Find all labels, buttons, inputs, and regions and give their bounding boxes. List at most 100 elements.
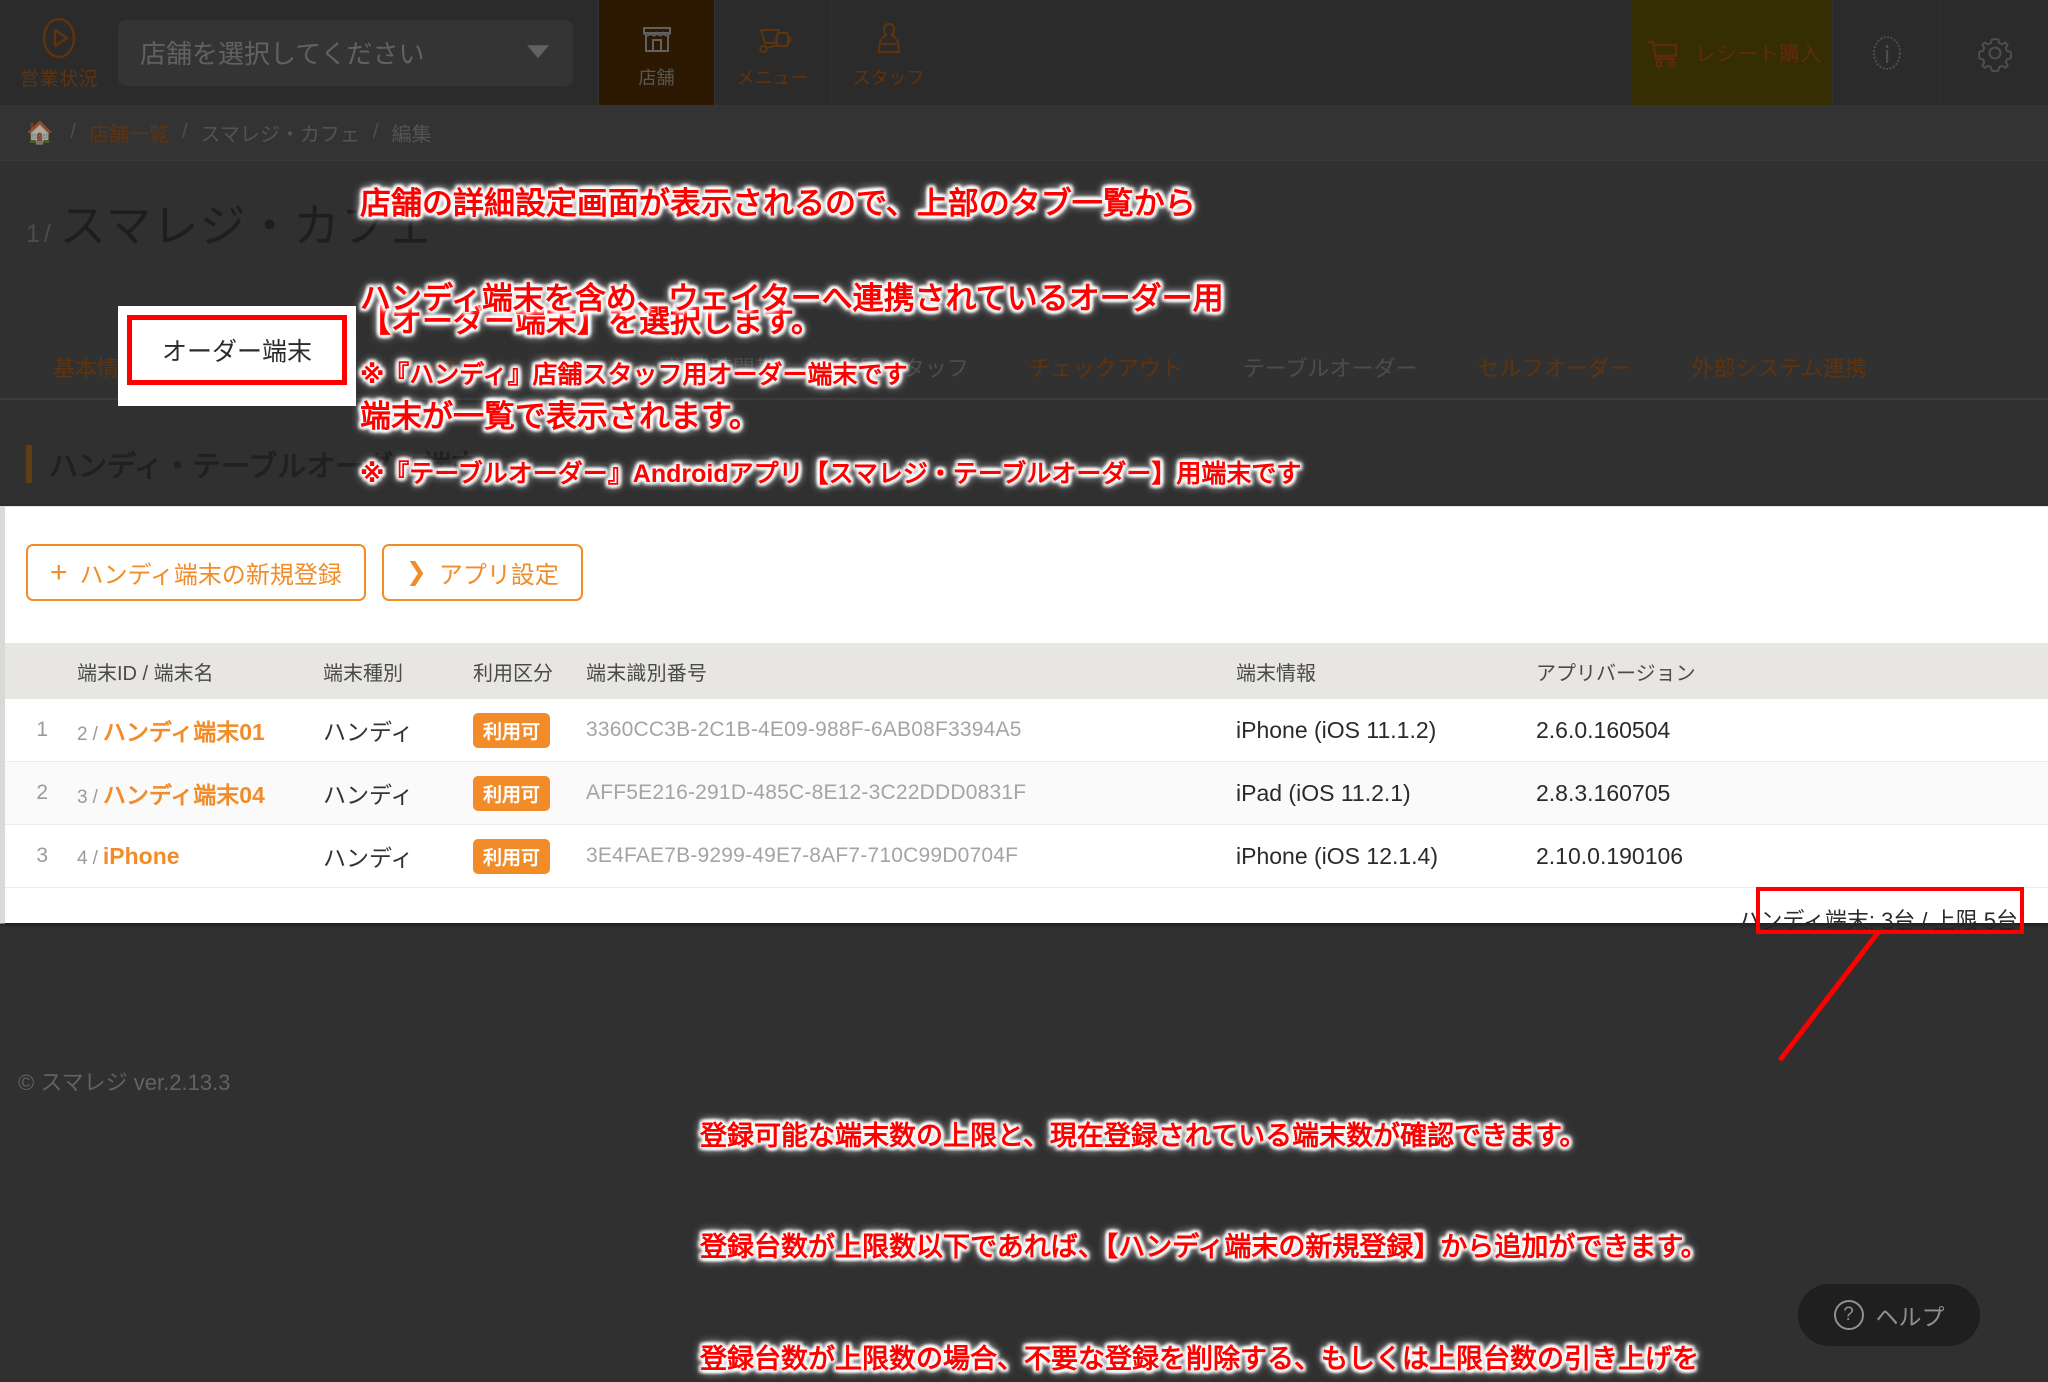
annotation-bottom-line2: 登録台数が上限数以下であれば、【ハンディ端末の新規登録】から追加ができます。 [700,1232,1708,1263]
receipt-purchase-button[interactable]: レシート購入 [1632,0,1832,105]
status-badge: 利用可 [473,838,551,874]
row-device-id: 3 [77,787,88,808]
status-badge: 利用可 [473,712,551,748]
row-app-version: 2.6.0.160504 [1536,716,1671,743]
nav-tab-store[interactable]: 店舗 [598,0,714,105]
row-uuid: 3E4FAE7B-9299-49E7-8AF7-710C99D0704F [586,844,1019,867]
annotation-bottom: 登録可能な端末数の上限と、現在登録されている端末数が確認できます。 登録台数が上… [700,1043,1708,1382]
settings-button[interactable] [1940,0,2048,105]
nav-tab-menu[interactable]: メニュー [714,0,830,105]
row-device-name-cell: 4 / iPhone [58,843,323,870]
status-badge: 利用可 [473,775,551,811]
row-app-version: 2.8.3.160705 [1536,779,1671,806]
business-status-button[interactable]: 営業状況 [0,0,118,105]
page-title-slash: / [43,220,51,248]
row-device-info: iPad (iOS 11.2.1) [1236,779,1411,806]
tab-label: 外部システム連携 [1691,356,1867,381]
table-row[interactable]: 1 2 / ハンディ端末01 ハンディ 利用可 3360CC3B-2C1B-4E… [5,699,2048,762]
row-index: 3 [36,844,48,867]
store-icon [642,26,671,52]
home-icon[interactable]: 🏠 [26,120,53,146]
store-select-dropdown[interactable]: 店舗を選択してください [118,19,573,86]
row-index: 2 [36,781,48,804]
row-device-type: ハンディ [323,845,414,871]
table-row[interactable]: 2 3 / ハンディ端末04 ハンディ 利用可 AFF5E216-291D-48… [5,762,2048,825]
row-device-id: 2 [77,724,88,745]
col-header-device-type: 端末種別 [323,662,403,685]
question-mark-icon: ? [1833,1300,1864,1330]
tab-self-order[interactable]: セルフオーダー [1450,336,1659,398]
row-device-type: ハンディ [323,719,414,745]
row-slash: / [92,847,98,869]
annotation-note-line2: ※『テーブルオーダー』Androidアプリ【スマレジ・テーブルオーダー】用端末で… [360,460,1302,488]
row-device-name-link[interactable]: iPhone [103,843,180,870]
nav-tab-menu-label: メニュー [736,67,809,88]
breadcrumb-item-store-list[interactable]: 店舗一覧 [89,118,169,147]
nav-flexible-space [946,0,1632,105]
footer-copyright: © スマレジ ver.2.13.3 [18,1070,231,1095]
breadcrumb-separator: / [70,121,76,143]
row-device-type: ハンディ [323,782,414,808]
chevron-right-icon: ❯ [405,558,427,586]
tab-label: セルフオーダー [1477,356,1632,381]
section-accent-bar [26,445,32,483]
tab-external-system[interactable]: 外部システム連携 [1664,336,1894,398]
top-navigation-bar: 営業状況 店舗を選択してください 店舗 メニュー スタッフ レシート購入 [0,0,2048,105]
help-button[interactable]: ? ヘルプ [1798,1284,1980,1346]
device-limit-highlight-box [1756,887,2024,934]
row-slash: / [92,787,98,808]
nav-tab-staff-label: スタッフ [852,67,925,88]
new-handy-device-label: ハンディ端末の新規登録 [79,562,342,589]
table-row[interactable]: 3 4 / iPhone ハンディ 利用可 3E4FAE7B-9299-49E7… [5,825,2048,888]
row-uuid: 3360CC3B-2C1B-4E09-988F-6AB08F3394A5 [586,718,1022,741]
info-button[interactable] [1832,0,1940,105]
new-handy-device-button[interactable]: + ハンディ端末の新規登録 [26,544,366,601]
receipt-purchase-label: レシート購入 [1695,42,1821,66]
app-settings-label: アプリ設定 [438,562,559,589]
table-header-row: 端末ID / 端末名 端末種別 利用区分 端末識別番号 端末情報 アプリバージョ… [5,643,2048,699]
annotation-pointer-line [1778,930,1882,1062]
col-header-device-name: 端末ID / 端末名 [77,662,214,685]
row-slash: / [92,724,98,745]
row-index: 1 [36,718,48,741]
gear-icon [1977,37,2012,72]
plus-icon: + [50,555,68,589]
row-device-name-cell: 3 / ハンディ端末04 [58,776,323,810]
device-table: 端末ID / 端末名 端末種別 利用区分 端末識別番号 端末情報 アプリバージョ… [5,643,2048,950]
annotation-bottom-line3: 登録台数が上限数の場合、不要な登録を削除する、もしくは上限台数の引き上げを [700,1344,1699,1374]
annotation-notes: ※『ハンディ』店舗スタッフ用オーダー端末です ※『テーブルオーダー』Androi… [360,293,1301,557]
row-uuid: AFF5E216-291D-485C-8E12-3C22DDD0831F [586,781,1027,804]
row-device-id: 4 [77,847,88,869]
chevron-down-icon [527,44,549,58]
annotation-bottom-line1: 登録可能な端末数の上限と、現在登録されている端末数が確認できます。 [700,1120,1587,1151]
card-content-layer: + ハンディ端末の新規登録 ❯ アプリ設定 端末ID / 端末名 端末種別 利用… [0,506,2048,933]
annotation-note-line1: ※『ハンディ』店舗スタッフ用オーダー端末です [360,361,908,389]
business-status-label: 営業状況 [19,68,98,90]
cart-icon [1647,40,1678,68]
row-device-name-cell: 2 / ハンディ端末01 [58,713,323,747]
play-circle-icon [36,15,82,61]
staff-person-icon [877,22,900,53]
row-usage-cell: 利用可 [473,838,586,874]
nav-tab-staff[interactable]: スタッフ [830,0,946,105]
screenshot-root: 営業状況 店舗を選択してください 店舗 メニュー スタッフ レシート購入 🏠 /… [0,0,2048,1382]
row-device-name-link[interactable]: ハンディ端末04 [103,776,265,810]
tab-highlight-label[interactable]: オーダー端末 [127,315,347,385]
col-header-device-info: 端末情報 [1236,662,1316,685]
info-circle-icon [1872,35,1901,70]
help-label: ヘルプ [1875,1304,1945,1330]
row-usage-cell: 利用可 [473,712,586,748]
store-select-placeholder: 店舗を選択してください [140,39,425,69]
row-device-name-link[interactable]: ハンディ端末01 [103,713,265,747]
page-title-number: 1 [26,220,40,248]
breadcrumb-item-store-name[interactable]: スマレジ・カフェ [201,118,360,147]
table-footer: ハンディ端末: 3台 / 上限 5台 [5,888,2048,950]
nav-tab-store-label: 店舗 [638,67,675,88]
row-app-version: 2.10.0.190106 [1536,842,1684,869]
menu-cup-icon [758,28,791,53]
row-device-info: iPhone (iOS 12.1.4) [1236,842,1439,869]
breadcrumb-separator: / [181,121,188,143]
col-header-usage: 利用区分 [473,662,553,685]
row-device-info: iPhone (iOS 11.1.2) [1236,716,1437,743]
